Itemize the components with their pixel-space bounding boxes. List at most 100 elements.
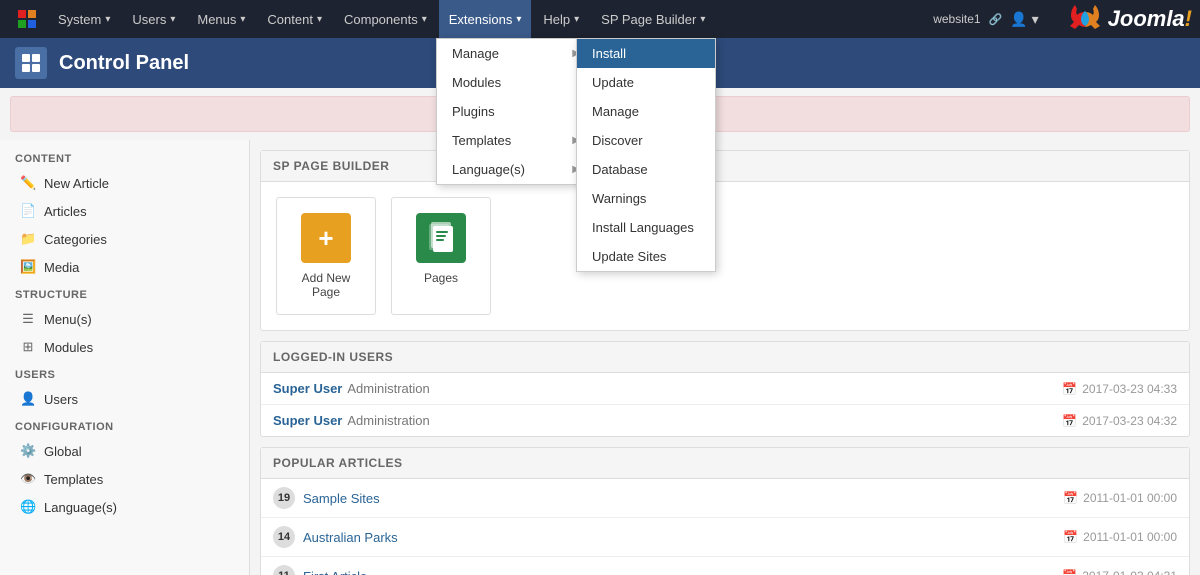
system-arrow: ▾ — [105, 14, 110, 25]
user-2-name: Super User — [273, 413, 342, 428]
sidebar-section-users: USERS — [0, 361, 249, 385]
languages-icon: 🌐 — [20, 499, 36, 515]
articles-label: Articles — [44, 204, 87, 219]
pages-card[interactable]: Pages — [391, 197, 491, 315]
logged-in-user-row-2: Super User Administration 📅 2017-03-23 0… — [261, 405, 1189, 436]
popular-articles-section: POPULAR ARTICLES 19 Sample Sites 📅 2011-… — [260, 447, 1190, 575]
new-article-label: New Article — [44, 176, 109, 191]
sp-builder-header: SP PAGE BUILDER — [261, 151, 1189, 182]
sidebar-section-configuration: CONFIGURATION — [0, 413, 249, 437]
nav-help[interactable]: Help ▾ — [533, 0, 589, 38]
nav-extensions[interactable]: Extensions ▾ — [439, 0, 532, 38]
sidebar-item-global[interactable]: ⚙️ Global — [0, 437, 249, 465]
sp-arrow: ▾ — [700, 14, 705, 25]
global-icon: ⚙️ — [20, 443, 36, 459]
nav-components[interactable]: Components ▾ — [334, 0, 437, 38]
nav-sp-page-builder[interactable]: SP Page Builder ▾ — [591, 0, 715, 38]
article-count-2: 14 — [273, 526, 295, 548]
pages-label: Pages — [424, 271, 458, 285]
components-arrow: ▾ — [422, 14, 427, 25]
dd-manage[interactable]: Manage ▶ — [437, 39, 595, 68]
install-item-database[interactable]: Database — [577, 155, 715, 184]
sp-builder-section: SP PAGE BUILDER + Add New Page — [260, 150, 1190, 331]
user-2-timestamp: 📅 2017-03-23 04:32 — [1062, 414, 1177, 428]
sp-builder-body: + Add New Page Pages — [261, 182, 1189, 330]
modules-label: Modules — [44, 340, 93, 355]
install-item-install[interactable]: Install — [577, 39, 715, 68]
article-timestamp-3: 📅 2017-01-03 04:31 — [1062, 569, 1177, 575]
sidebar: CONTENT ✏️ New Article 📄 Articles 📁 Cate… — [0, 140, 250, 575]
dd-languages[interactable]: Language(s) ▶ — [437, 155, 595, 184]
menus-label: Menu(s) — [44, 312, 92, 327]
article-row-3: 11 First Article 📅 2017-01-03 04:31 — [261, 557, 1189, 575]
calendar-icon-a3: 📅 — [1062, 569, 1077, 575]
menus-arrow: ▾ — [240, 14, 245, 25]
nav-system[interactable]: System ▾ — [48, 0, 120, 38]
user-link-icon: 🔗 — [989, 13, 1003, 26]
joomla-logo: Joomla! — [1067, 1, 1192, 37]
global-label: Global — [44, 444, 82, 459]
nav-menus[interactable]: Menus ▾ — [187, 0, 255, 38]
dd-plugins[interactable]: Plugins — [437, 97, 595, 126]
calendar-icon-a1: 📅 — [1063, 491, 1078, 505]
sidebar-item-new-article[interactable]: ✏️ New Article — [0, 169, 249, 197]
calendar-icon-1: 📅 — [1062, 382, 1077, 396]
install-item-discover[interactable]: Discover — [577, 126, 715, 155]
user-label: website1 — [933, 12, 980, 26]
user-1-role: Administration — [347, 381, 429, 396]
page-title: Control Panel — [59, 52, 189, 75]
content-arrow: ▾ — [317, 14, 322, 25]
nav-right: website1 🔗 👤 ▾ Joomla! — [933, 1, 1192, 37]
user-icon[interactable]: 👤 ▾ — [1010, 11, 1038, 28]
extensions-arrow: ▾ — [516, 14, 521, 25]
help-arrow: ▾ — [574, 14, 579, 25]
modules-icon: ⊞ — [20, 339, 36, 355]
dd-templates[interactable]: Templates ▶ — [437, 126, 595, 155]
install-item-install-languages[interactable]: Install Languages — [577, 213, 715, 242]
logged-in-users-header: LOGGED-IN USERS — [261, 342, 1189, 373]
dd-modules[interactable]: Modules — [437, 68, 595, 97]
logged-in-users-section: LOGGED-IN USERS Super User Administratio… — [260, 341, 1190, 437]
install-item-manage[interactable]: Manage — [577, 97, 715, 126]
sidebar-item-users[interactable]: 👤 Users — [0, 385, 249, 413]
sidebar-item-templates[interactable]: 👁️ Templates — [0, 465, 249, 493]
control-panel-icon — [15, 47, 47, 79]
new-article-icon: ✏️ — [20, 175, 36, 191]
user-2-role: Administration — [347, 413, 429, 428]
article-link-2[interactable]: Australian Parks — [303, 530, 398, 545]
article-link-3[interactable]: First Article — [303, 569, 367, 575]
media-label: Media — [44, 260, 79, 275]
popular-articles-header: POPULAR ARTICLES — [261, 448, 1189, 479]
user-1-name: Super User — [273, 381, 342, 396]
article-link-1[interactable]: Sample Sites — [303, 491, 380, 506]
install-item-update-sites[interactable]: Update Sites — [577, 242, 715, 271]
install-item-warnings[interactable]: Warnings — [577, 184, 715, 213]
article-count-1: 19 — [273, 487, 295, 509]
joomla-home-icon[interactable] — [8, 0, 46, 38]
article-timestamp-2: 📅 2011-01-01 00:00 — [1063, 530, 1177, 544]
templates-icon: 👁️ — [20, 471, 36, 487]
categories-label: Categories — [44, 232, 107, 247]
extensions-dropdown: Manage ▶ Modules Plugins Templates ▶ Lan… — [436, 38, 596, 185]
add-new-page-icon: + — [301, 213, 351, 263]
sidebar-item-articles[interactable]: 📄 Articles — [0, 197, 249, 225]
sidebar-item-languages[interactable]: 🌐 Language(s) — [0, 493, 249, 521]
sidebar-item-menus[interactable]: ☰ Menu(s) — [0, 305, 249, 333]
languages-label: Language(s) — [44, 500, 117, 515]
add-new-page-card[interactable]: + Add New Page — [276, 197, 376, 315]
user-1-timestamp: 📅 2017-03-23 04:33 — [1062, 382, 1177, 396]
top-navbar: System ▾ Users ▾ Menus ▾ Content ▾ Compo… — [0, 0, 1200, 38]
templates-label: Templates — [44, 472, 103, 487]
install-item-update[interactable]: Update — [577, 68, 715, 97]
nav-content[interactable]: Content ▾ — [257, 0, 332, 38]
sidebar-item-modules[interactable]: ⊞ Modules — [0, 333, 249, 361]
pages-icon — [416, 213, 466, 263]
nav-users[interactable]: Users ▾ — [122, 0, 185, 38]
calendar-icon-a2: 📅 — [1063, 530, 1078, 544]
sidebar-item-media[interactable]: 🖼️ Media — [0, 253, 249, 281]
articles-icon: 📄 — [20, 203, 36, 219]
add-new-page-label: Add New Page — [287, 271, 365, 299]
sidebar-item-categories[interactable]: 📁 Categories — [0, 225, 249, 253]
logged-in-user-row-1: Super User Administration 📅 2017-03-23 0… — [261, 373, 1189, 405]
article-timestamp-1: 📅 2011-01-01 00:00 — [1063, 491, 1177, 505]
